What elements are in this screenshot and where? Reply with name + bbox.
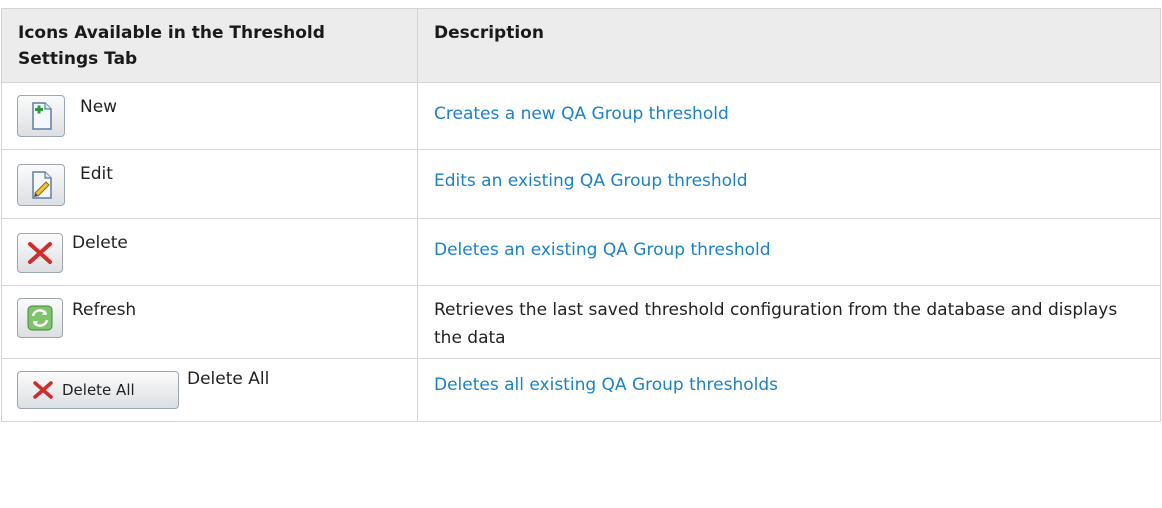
table-row-refresh: Refresh Retrieves the last saved thresho… — [1, 285, 1161, 359]
edit-pencil-icon — [32, 171, 52, 199]
refresh-button[interactable] — [17, 298, 63, 338]
table-row-delete: Delete Deletes an existing QA Group thre… — [1, 218, 1161, 286]
new-document-icon — [32, 102, 52, 130]
delete-button[interactable] — [17, 233, 63, 273]
icon-label-refresh: Refresh — [72, 300, 137, 320]
new-button[interactable] — [17, 95, 65, 137]
refresh-icon — [27, 305, 53, 331]
delete-all-button[interactable]: Delete All — [17, 371, 179, 409]
description-cell-new: Creates a new QA Group threshold — [417, 82, 1161, 150]
icon-cell-new: New — [1, 82, 418, 150]
description-cell-delete: Deletes an existing QA Group threshold — [417, 218, 1161, 286]
table-row-edit: Edit Edits an existing QA Group threshol… — [1, 149, 1161, 219]
table-row-delete-all: Delete All Delete All Deletes all existi… — [1, 358, 1161, 422]
description-link-delete-all[interactable]: Deletes all existing QA Group thresholds — [434, 359, 1144, 399]
description-link-delete[interactable]: Deletes an existing QA Group threshold — [434, 219, 1144, 264]
description-cell-refresh: Retrieves the last saved threshold confi… — [417, 285, 1161, 359]
icon-cell-edit: Edit — [1, 149, 418, 219]
icon-cell-delete: Delete — [1, 218, 418, 286]
delete-all-icon — [33, 381, 53, 399]
icon-label-new: New — [80, 97, 118, 117]
icon-label-delete: Delete — [72, 233, 128, 253]
icon-label-edit: Edit — [80, 164, 113, 184]
description-cell-edit: Edits an existing QA Group threshold — [417, 149, 1161, 219]
icon-label-delete-all: Delete All — [187, 369, 270, 389]
description-text-refresh: Retrieves the last saved threshold confi… — [434, 300, 1118, 348]
description-cell-delete-all: Deletes all existing QA Group thresholds — [417, 358, 1161, 422]
column-header-icons: Icons Available in the Threshold Setting… — [1, 8, 418, 83]
description-link-new[interactable]: Creates a new QA Group threshold — [434, 83, 1144, 128]
description-link-edit[interactable]: Edits an existing QA Group threshold — [434, 150, 1144, 195]
table-row-new: New Creates a new QA Group threshold — [1, 82, 1161, 150]
icons-table: Icons Available in the Threshold Setting… — [1, 8, 1161, 422]
delete-x-icon — [28, 242, 52, 264]
delete-all-button-text: Delete All — [62, 381, 135, 399]
edit-button[interactable] — [17, 164, 65, 206]
icon-cell-refresh: Refresh — [1, 285, 418, 359]
table-header-row: Icons Available in the Threshold Setting… — [1, 8, 1161, 83]
column-header-description: Description — [417, 8, 1161, 83]
icon-cell-delete-all: Delete All Delete All — [1, 358, 418, 422]
